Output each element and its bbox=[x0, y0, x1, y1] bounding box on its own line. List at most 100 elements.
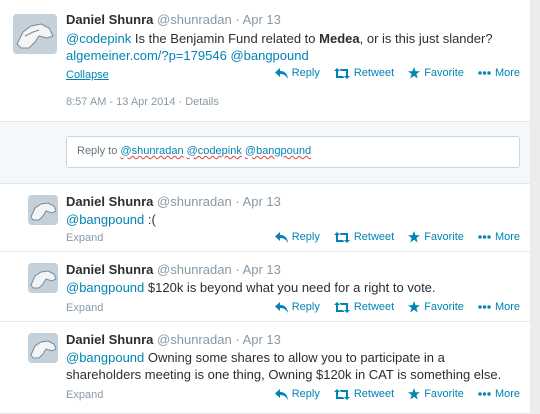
tweet-timestamp[interactable]: Apr 13 bbox=[243, 194, 281, 209]
tweet-actions: Reply Retweet Favorite More bbox=[261, 231, 520, 243]
tweet-text: @bangpound Owning some shares to allow y… bbox=[66, 349, 521, 383]
avatar[interactable] bbox=[28, 333, 58, 363]
retweet-icon bbox=[333, 388, 350, 400]
expand-link[interactable]: Expand bbox=[66, 389, 103, 401]
tweet-actions: Reply Retweet Favorite More bbox=[261, 388, 520, 400]
mention-link[interactable]: @codepink bbox=[66, 31, 131, 46]
tweet-timestamp[interactable]: Apr 13 bbox=[243, 262, 281, 277]
author-screen-name[interactable]: @shunradan bbox=[157, 262, 232, 277]
mention-link[interactable]: @bangpound bbox=[66, 212, 144, 227]
text-segment: :( bbox=[144, 212, 156, 227]
collapse-link[interactable]: Collapse bbox=[66, 69, 109, 81]
favorite-action[interactable]: Favorite bbox=[408, 231, 464, 243]
separator-dot: · bbox=[235, 12, 240, 27]
mention-link[interactable]: @bangpound bbox=[66, 280, 144, 295]
tweet-header: Daniel Shunra @shunradan · Apr 13 bbox=[66, 332, 281, 347]
avatar[interactable] bbox=[13, 14, 57, 54]
reply-icon bbox=[274, 388, 288, 400]
tweet-item[interactable]: Daniel Shunra @shunradan · Apr 13 @bangp… bbox=[0, 184, 530, 252]
tweet-item[interactable]: Daniel Shunra @shunradan · Apr 13 @bangp… bbox=[0, 322, 530, 414]
favorite-label: Favorite bbox=[424, 388, 464, 400]
tweet-timestamp[interactable]: Apr 13 bbox=[243, 12, 281, 27]
retweet-label: Retweet bbox=[353, 388, 395, 400]
retweet-label: Retweet bbox=[353, 67, 395, 79]
more-label: More bbox=[494, 301, 520, 313]
favorite-label: Favorite bbox=[424, 231, 464, 243]
expand-link[interactable]: Expand bbox=[66, 302, 103, 314]
reply-prefix: Reply to bbox=[77, 145, 121, 157]
tweet-header: Daniel Shunra @shunradan · Apr 13 bbox=[66, 262, 281, 277]
author-fullname[interactable]: Daniel Shunra bbox=[66, 12, 153, 27]
scrollbar-track[interactable] bbox=[530, 0, 540, 414]
retweet-action[interactable]: Retweet bbox=[333, 231, 395, 243]
reply-mention: @codepink bbox=[186, 145, 242, 157]
reply-action[interactable]: Reply bbox=[274, 231, 320, 243]
author-screen-name[interactable]: @shunradan bbox=[157, 194, 232, 209]
favorite-action[interactable]: Favorite bbox=[408, 67, 464, 79]
tweet-item[interactable]: Daniel Shunra @shunradan · Apr 13 @bangp… bbox=[0, 252, 530, 322]
text-segment: , or is this just slander? bbox=[359, 31, 493, 46]
tweet-timeline: Daniel Shunra @shunradan · Apr 13 @codep… bbox=[0, 0, 530, 414]
retweet-icon bbox=[333, 67, 350, 79]
reply-action[interactable]: Reply bbox=[274, 67, 320, 79]
favorite-star-icon bbox=[408, 388, 421, 400]
url-link[interactable]: algemeiner.com/?p=179546 bbox=[66, 48, 227, 63]
author-fullname[interactable]: Daniel Shunra bbox=[66, 194, 153, 209]
reply-icon bbox=[274, 231, 288, 243]
retweet-action[interactable]: Retweet bbox=[333, 301, 395, 313]
tweet-text: @codepink Is the Benjamin Fund related t… bbox=[66, 30, 521, 64]
more-dots-icon bbox=[478, 71, 491, 75]
favorite-label: Favorite bbox=[424, 67, 464, 79]
more-action[interactable]: More bbox=[478, 231, 520, 243]
tweet-actions: Reply Retweet Favorite More bbox=[261, 301, 520, 313]
favorite-star-icon bbox=[408, 67, 421, 79]
more-action[interactable]: More bbox=[478, 388, 520, 400]
reply-action[interactable]: Reply bbox=[274, 388, 320, 400]
tweet-header: Daniel Shunra @shunradan · Apr 13 bbox=[66, 194, 281, 209]
reply-label: Reply bbox=[291, 388, 320, 400]
separator-dot: · bbox=[235, 332, 240, 347]
favorite-star-icon bbox=[408, 231, 421, 243]
reply-input[interactable]: Reply to @shunradan @codepink @bangpound bbox=[66, 136, 520, 168]
reply-mention: @shunradan bbox=[120, 145, 184, 157]
tweet-details[interactable]: 8:57 AM - 13 Apr 2014 · Details bbox=[66, 96, 219, 108]
reply-label: Reply bbox=[291, 231, 320, 243]
more-dots-icon bbox=[478, 235, 491, 239]
avatar[interactable] bbox=[28, 263, 58, 293]
tweet-header: Daniel Shunra @shunradan · Apr 13 bbox=[66, 12, 281, 27]
more-dots-icon bbox=[478, 392, 491, 396]
retweet-icon bbox=[333, 301, 350, 313]
retweet-label: Retweet bbox=[353, 231, 395, 243]
mention-link[interactable]: @bangpound bbox=[66, 350, 144, 365]
author-fullname[interactable]: Daniel Shunra bbox=[66, 332, 153, 347]
tweet-actions: Reply Retweet Favorite More bbox=[261, 67, 520, 79]
mention-link[interactable]: @bangpound bbox=[230, 48, 308, 63]
retweet-action[interactable]: Retweet bbox=[333, 388, 395, 400]
author-screen-name[interactable]: @shunradan bbox=[157, 332, 232, 347]
more-action[interactable]: More bbox=[478, 67, 520, 79]
more-label: More bbox=[494, 231, 520, 243]
tweet-text: @bangpound $120k is beyond what you need… bbox=[66, 279, 521, 296]
separator-dot: · bbox=[235, 262, 240, 277]
tweet-expanded[interactable]: Daniel Shunra @shunradan · Apr 13 @codep… bbox=[0, 0, 530, 122]
reply-icon bbox=[274, 67, 288, 79]
tweet-timestamp[interactable]: Apr 13 bbox=[243, 332, 281, 347]
more-label: More bbox=[494, 388, 520, 400]
avatar[interactable] bbox=[28, 195, 58, 225]
favorite-action[interactable]: Favorite bbox=[408, 388, 464, 400]
reply-action[interactable]: Reply bbox=[274, 301, 320, 313]
expand-link[interactable]: Expand bbox=[66, 232, 103, 244]
more-action[interactable]: More bbox=[478, 301, 520, 313]
reply-icon bbox=[274, 301, 288, 313]
more-label: More bbox=[494, 67, 520, 79]
favorite-star-icon bbox=[408, 301, 421, 313]
retweet-label: Retweet bbox=[353, 301, 395, 313]
retweet-action[interactable]: Retweet bbox=[333, 67, 395, 79]
reply-box-area: Reply to @shunradan @codepink @bangpound bbox=[0, 122, 530, 184]
favorite-action[interactable]: Favorite bbox=[408, 301, 464, 313]
author-fullname[interactable]: Daniel Shunra bbox=[66, 262, 153, 277]
author-screen-name[interactable]: @shunradan bbox=[157, 12, 232, 27]
bold-text-segment: Medea bbox=[319, 31, 360, 46]
tweet-text: @bangpound :( bbox=[66, 211, 521, 228]
reply-label: Reply bbox=[291, 301, 320, 313]
